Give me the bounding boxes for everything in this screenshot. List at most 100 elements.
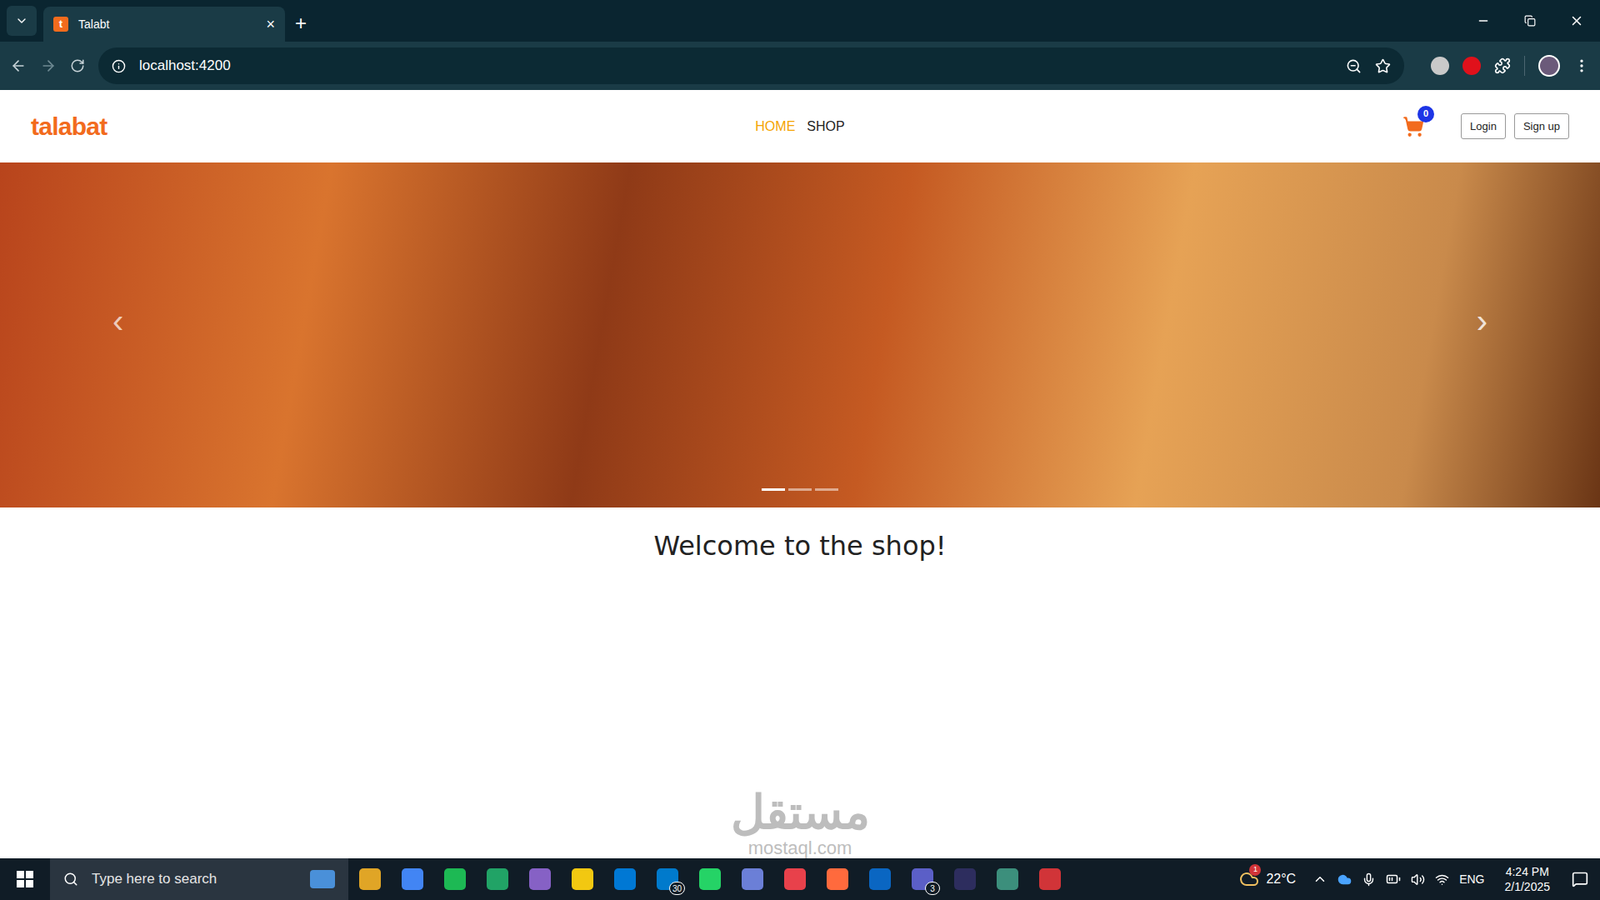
tab-strip: tTalabt×+ — [0, 0, 1600, 42]
taskbar-app[interactable] — [943, 858, 986, 900]
tray-expand-icon[interactable] — [1312, 871, 1328, 887]
language[interactable]: ENG — [1459, 870, 1485, 889]
cart-button[interactable]: 0 — [1402, 115, 1425, 138]
carousel-indicator[interactable] — [788, 488, 812, 491]
tab-title: Talabt — [78, 15, 256, 34]
extension-icon[interactable] — [1430, 56, 1450, 75]
welcome-heading: Welcome to the shop! — [0, 525, 1600, 566]
navbar: talabat HOME SHOP 0 Login Sign up — [0, 90, 1600, 163]
app-icon — [869, 868, 891, 890]
carousel-indicators — [0, 488, 1600, 491]
close-button[interactable] — [1553, 13, 1600, 29]
watermark-arabic: مستقل — [730, 786, 870, 839]
app-icon — [954, 868, 976, 890]
menu-icon[interactable] — [1573, 57, 1590, 75]
taskbar-app[interactable]: 3 — [900, 858, 944, 900]
forward-icon[interactable] — [40, 57, 57, 75]
search-highlight-icon — [310, 870, 335, 889]
new-tab-button[interactable]: + — [295, 13, 307, 34]
reload-icon[interactable] — [70, 58, 85, 74]
auth-button[interactable]: Login — [1460, 113, 1506, 140]
bookmark-star-icon[interactable] — [1375, 58, 1391, 75]
app-icon — [571, 868, 594, 890]
system-tray: ENG — [1302, 870, 1495, 889]
nav-link[interactable]: HOME — [755, 116, 795, 137]
carousel-indicator[interactable] — [761, 488, 785, 491]
taskbar-app[interactable] — [475, 858, 519, 900]
address-text: localhost:4200 — [139, 55, 1333, 77]
microphone-icon[interactable] — [1361, 872, 1376, 887]
taskbar-app[interactable] — [773, 858, 816, 900]
carousel-prev[interactable]: ‹ — [112, 304, 124, 338]
app-icon — [784, 868, 806, 890]
browser-tab[interactable]: tTalabt× — [43, 6, 285, 42]
taskbar-app[interactable] — [730, 858, 774, 900]
app-icon — [741, 868, 764, 890]
taskbar-app[interactable] — [985, 858, 1029, 900]
app-icon — [996, 868, 1019, 890]
extensions-icon[interactable] — [1494, 57, 1511, 75]
weather[interactable]: 122°C — [1232, 869, 1303, 890]
onedrive-icon[interactable] — [1337, 872, 1352, 887]
logo[interactable]: talabat — [30, 107, 544, 145]
auth-button[interactable]: Sign up — [1514, 113, 1570, 140]
taskbar-app[interactable]: 30 — [645, 858, 689, 900]
carousel-next[interactable]: › — [1476, 304, 1488, 338]
window-controls — [1460, 0, 1600, 42]
taskbar-app[interactable] — [433, 858, 476, 900]
taskbar-app[interactable] — [603, 858, 646, 900]
restore-button[interactable] — [1506, 15, 1554, 27]
app-icon — [359, 868, 381, 890]
app-badge: 30 — [669, 881, 685, 895]
search-icon — [63, 871, 79, 887]
battery-icon[interactable] — [1385, 871, 1401, 887]
tab-list-button[interactable] — [6, 5, 37, 36]
wifi-icon[interactable] — [1435, 872, 1450, 887]
app-badge: 3 — [925, 881, 940, 895]
carousel: ‹› — [0, 162, 1600, 508]
close-icon — [1569, 13, 1585, 29]
cart-badge: 0 — [1417, 105, 1435, 123]
taskbar-app[interactable] — [688, 858, 731, 900]
taskbar-app[interactable] — [390, 858, 434, 900]
clock[interactable]: 4:24 PM2/1/2025 — [1495, 864, 1561, 895]
app-icon — [614, 868, 636, 890]
volume-icon[interactable] — [1410, 872, 1425, 887]
site-info-icon[interactable] — [111, 59, 126, 74]
weather-temp: 22°C — [1265, 869, 1296, 890]
chevron-down-icon — [15, 14, 29, 28]
app-icon — [699, 868, 721, 890]
back-icon[interactable] — [10, 57, 27, 75]
app-icon — [1039, 868, 1061, 890]
zoom-icon[interactable] — [1345, 58, 1362, 75]
minimize-icon — [1476, 14, 1490, 28]
web-page: talabatHOMESHOP0LoginSign up‹›Welcome to… — [0, 90, 1600, 859]
minimize-button[interactable] — [1460, 14, 1507, 28]
app-icon — [444, 868, 466, 890]
notifications-button[interactable] — [1560, 858, 1600, 900]
screen: tTalabt×+localhost:4200talabatHOMESHOP0L… — [0, 0, 1600, 900]
watermark-latin: mostaql.com — [748, 838, 853, 859]
nav-link[interactable]: SHOP — [806, 116, 845, 137]
watermark: مستقلmostaql.com — [0, 786, 1600, 859]
nav-links: HOME SHOP — [543, 116, 1056, 137]
start-button[interactable] — [0, 858, 50, 900]
taskbar-app[interactable] — [518, 858, 561, 900]
taskbar-app[interactable] — [348, 858, 391, 900]
app-icon — [401, 868, 424, 890]
carousel-indicator[interactable] — [815, 488, 839, 491]
app-icon — [529, 868, 551, 890]
weather-badge: 1 — [1249, 864, 1261, 876]
notifications-icon — [1571, 870, 1589, 888]
taskbar-search[interactable]: Type here to search — [50, 858, 349, 900]
browser-toolbar: localhost:4200 — [0, 41, 1600, 90]
taskbar-app[interactable] — [560, 858, 604, 900]
profile-avatar-icon[interactable] — [1538, 55, 1560, 77]
extension-red-icon[interactable] — [1462, 56, 1481, 75]
taskbar-app[interactable] — [858, 858, 901, 900]
taskbar-app[interactable] — [1028, 858, 1071, 900]
taskbar-app[interactable] — [815, 858, 859, 900]
time: 4:24 PM — [1505, 864, 1550, 880]
tab-close[interactable]: × — [265, 16, 275, 32]
address-bar[interactable]: localhost:4200 — [98, 47, 1405, 85]
